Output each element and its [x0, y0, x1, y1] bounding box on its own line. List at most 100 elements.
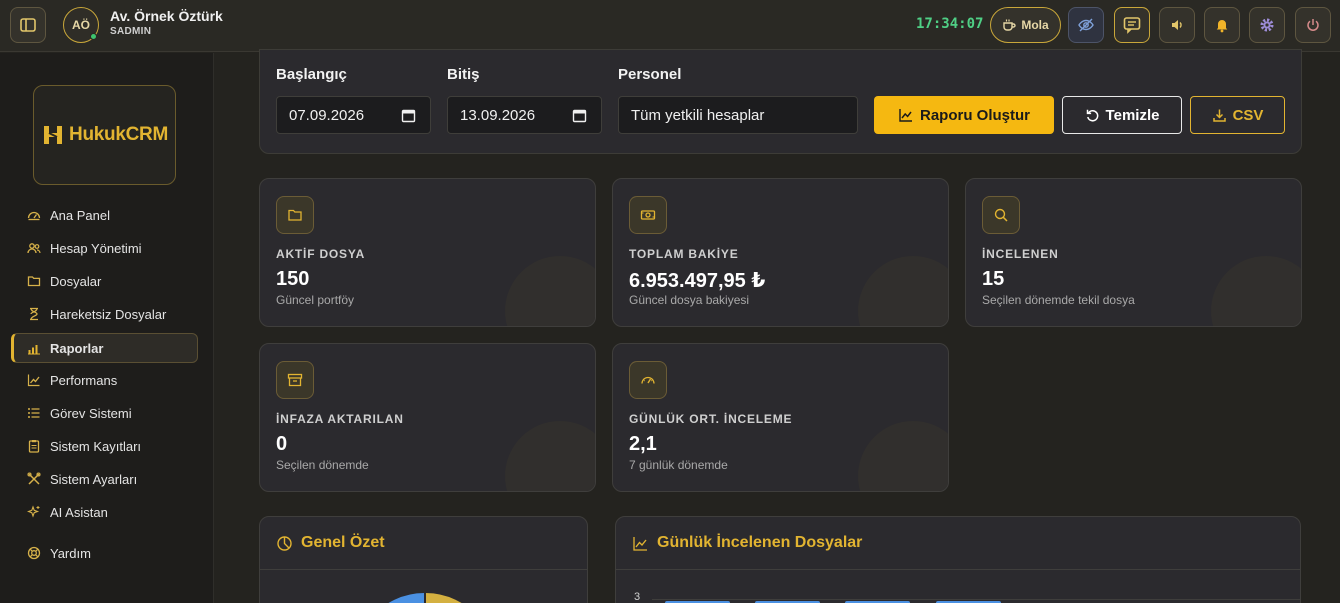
staff-label: Personel [618, 66, 682, 83]
privacy-toggle-button[interactable] [1068, 7, 1104, 43]
main-content: Başlangıç 07.09.2026 Bitiş 13.09.2026 Pe… [215, 49, 1340, 603]
stat-label: TOPLAM BAKİYE [629, 247, 739, 261]
summary-pie-chart [388, 592, 462, 603]
sidebar-item-label: Ana Panel [50, 207, 110, 223]
clear-button[interactable]: Temizle [1062, 96, 1182, 134]
break-button[interactable]: Mola [990, 7, 1061, 43]
sidebar-item-sistem-kayitlari[interactable]: Sistem Kayıtları [11, 431, 198, 461]
trend-icon [26, 372, 42, 388]
clock: 17:34:07 [916, 16, 984, 32]
eye-off-icon [1078, 18, 1094, 32]
chat-icon [1123, 17, 1141, 34]
stat-sub: Seçilen dönemde tekil dosya [982, 293, 1135, 307]
top-bar: AÖ Av. Örnek Öztürk SADMIN 17:34:07 Mola [0, 0, 1340, 52]
search-icon [982, 196, 1020, 234]
start-date-input[interactable]: 07.09.2026 [276, 96, 431, 134]
reset-icon [1086, 109, 1098, 121]
stat-card-gunluk-ort: GÜNLÜK ORT. İNCELEME 2,1 7 günlük dönemd… [612, 343, 949, 492]
notifications-button[interactable] [1204, 7, 1240, 43]
stat-value: 0 [276, 433, 288, 455]
stat-sub: Seçilen dönemde [276, 458, 369, 472]
sidebar-item-label: Hareketsiz Dosyalar [50, 306, 167, 322]
summary-panel: Genel Özet [259, 516, 588, 603]
generate-report-label: Raporu Oluştur [919, 106, 1030, 124]
sidebar-item-performans[interactable]: Performans [11, 365, 198, 395]
stat-label: İNCELENEN [982, 247, 1059, 261]
logout-button[interactable] [1295, 7, 1331, 43]
sidebar-item-label: Sistem Kayıtları [50, 438, 142, 454]
sidebar-item-gorev-sistemi[interactable]: Görev Sistemi [11, 398, 198, 428]
sidebar-item-ana-panel[interactable]: Ana Panel [11, 200, 198, 230]
end-date-label: Bitiş [447, 66, 480, 83]
chart-line-icon [899, 109, 912, 122]
sidebar-item-label: Performans [50, 372, 118, 388]
power-icon [1307, 19, 1319, 31]
start-date-label: Başlangıç [276, 66, 347, 83]
sidebar-item-label: Yardım [50, 545, 91, 561]
user-name: Av. Örnek Öztürk [110, 8, 223, 24]
stat-value: 15 [982, 268, 1005, 290]
brand-logo[interactable]: HukukCRM [33, 85, 176, 185]
sidebar-item-hareketsiz-dosyalar[interactable]: Hareketsiz Dosyalar [11, 299, 198, 329]
stat-sub: Güncel dosya bakiyesi [629, 293, 750, 307]
sidebar-item-label: AI Asistan [50, 504, 108, 520]
coffee-icon [1003, 19, 1016, 31]
stat-value: 6.953.497,95 ₺ [629, 270, 766, 292]
end-date-value: 13.09.2026 [460, 106, 536, 124]
settings-button[interactable] [1249, 7, 1285, 43]
messages-button[interactable] [1114, 7, 1150, 43]
card-decoration [505, 421, 595, 491]
staff-value: Tüm yetkili hesaplar [631, 106, 765, 124]
sidebar-item-dosyalar[interactable]: Dosyalar [11, 266, 198, 296]
folder-icon [26, 273, 42, 289]
summary-panel-header: Genel Özet [260, 517, 587, 570]
stat-value: 2,1 [629, 433, 657, 455]
stat-label: İNFAZA AKTARILAN [276, 412, 404, 426]
sidebar: HukukCRM Ana Panel Hesap Yönetimi Dosyal… [0, 53, 214, 603]
stat-label: GÜNLÜK ORT. İNCELEME [629, 412, 793, 426]
sidebar-item-label: Görev Sistemi [50, 405, 132, 421]
download-icon [1212, 109, 1226, 122]
user-avatar[interactable]: AÖ [63, 7, 99, 43]
stat-sub: 7 günlük dönemde [629, 458, 728, 472]
csv-label: CSV [1232, 106, 1264, 124]
sidebar-item-label: Hesap Yönetimi [50, 240, 142, 256]
stat-card-aktif-dosya: AKTİF DOSYA 150 Güncel portföy [259, 178, 596, 327]
clear-label: Temizle [1105, 106, 1160, 124]
logo-mark-icon [44, 126, 63, 144]
clipboard-icon [26, 438, 42, 454]
end-date-input[interactable]: 13.09.2026 [447, 96, 602, 134]
sidebar-item-raporlar[interactable]: Raporlar [11, 333, 198, 363]
calendar-icon[interactable] [572, 108, 587, 123]
daily-reviewed-panel: Günlük İncelenen Dosyalar 3 [615, 516, 1301, 603]
generate-report-button[interactable]: Raporu Oluştur [874, 96, 1054, 134]
bar-chart-icon [26, 340, 42, 356]
stat-label: AKTİF DOSYA [276, 247, 366, 261]
staff-select[interactable]: Tüm yetkili hesaplar [618, 96, 858, 134]
sidebar-item-yardim[interactable]: Yardım [11, 538, 198, 568]
sidebar-toggle-button[interactable] [10, 7, 46, 43]
sidebar-item-hesap-yonetimi[interactable]: Hesap Yönetimi [11, 233, 198, 263]
user-role: SADMIN [110, 26, 152, 37]
sidebar-item-sistem-ayarlari[interactable]: Sistem Ayarları [11, 464, 198, 494]
start-date-value: 07.09.2026 [289, 106, 365, 124]
sidebar-item-ai-asistan[interactable]: AI Asistan [11, 497, 198, 527]
sidebar-toggle-icon [20, 18, 36, 32]
avatar-initials: AÖ [72, 18, 90, 32]
volume-icon [1172, 20, 1182, 30]
archive-icon [276, 361, 314, 399]
sidebar-item-label: Sistem Ayarları [50, 471, 138, 487]
pie-slice [425, 592, 462, 603]
card-decoration [858, 421, 948, 491]
sparkle-icon [26, 504, 42, 520]
csv-export-button[interactable]: CSV [1190, 96, 1285, 134]
break-label: Mola [1021, 18, 1049, 32]
sidebar-item-label: Dosyalar [50, 273, 102, 289]
calendar-icon[interactable] [401, 108, 416, 123]
hourglass-icon [26, 306, 42, 322]
sound-button[interactable] [1159, 7, 1195, 43]
report-filter-panel: Başlangıç 07.09.2026 Bitiş 13.09.2026 Pe… [259, 49, 1302, 154]
gridline [652, 599, 1300, 600]
tools-icon [26, 471, 42, 487]
folder-icon [276, 196, 314, 234]
